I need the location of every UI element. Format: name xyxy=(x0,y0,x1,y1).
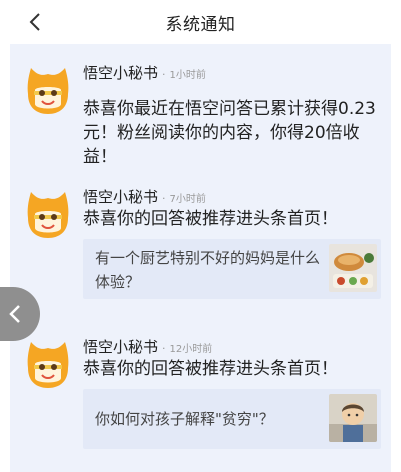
top-nav-bar: 系统通知 xyxy=(10,0,391,44)
message-time: 7小时前 xyxy=(169,194,206,205)
question-thumbnail-child-image xyxy=(329,394,377,442)
sender-name[interactable]: 悟空小秘书 xyxy=(83,338,158,356)
chevron-left-icon xyxy=(9,305,20,323)
message-time: 12小时前 xyxy=(169,344,213,355)
quoted-question-card[interactable]: 你如何对孩子解释"贫穷"？ xyxy=(83,389,381,449)
notification-feed: 悟空小秘书 · 1小时前 恭喜你最近在悟空问答已累计获得0.23元！粉丝阅读你的内容… xyxy=(10,44,391,472)
message-text: 恭喜你的回答被推荐进头条首页！ xyxy=(83,209,338,229)
question-thumbnail-food-image xyxy=(329,244,377,292)
message-meta: 悟空小秘书 · 1小时前 xyxy=(83,62,206,82)
quoted-question-text: 你如何对孩子解释"贫穷"？ xyxy=(95,410,274,428)
message-text: 恭喜你最近在悟空问答已累计获得0.23元！粉丝阅读你的内容，你得20倍收益！ xyxy=(83,99,376,167)
quoted-question-card[interactable]: 有一个厨艺特别不好的妈妈是什么体验？ xyxy=(83,239,381,299)
meta-separator: · xyxy=(162,192,166,205)
page-title: 系统通知 xyxy=(165,15,236,35)
quoted-question-text: 有一个厨艺特别不好的妈妈是什么体验？ xyxy=(95,249,321,291)
wukong-avatar-icon[interactable] xyxy=(22,188,74,240)
sender-name[interactable]: 悟空小秘书 xyxy=(83,188,158,206)
wukong-avatar-icon[interactable] xyxy=(22,64,74,116)
message-time: 1小时前 xyxy=(169,70,206,81)
meta-separator: · xyxy=(162,342,166,355)
sender-name[interactable]: 悟空小秘书 xyxy=(83,64,158,82)
meta-separator: · xyxy=(162,68,166,81)
message-meta: 悟空小秘书 · 7小时前 xyxy=(83,186,206,206)
message-text: 恭喜你的回答被推荐进头条首页！ xyxy=(83,359,338,379)
message-meta: 悟空小秘书 · 12小时前 xyxy=(83,336,212,356)
wukong-avatar-icon[interactable] xyxy=(22,338,74,390)
